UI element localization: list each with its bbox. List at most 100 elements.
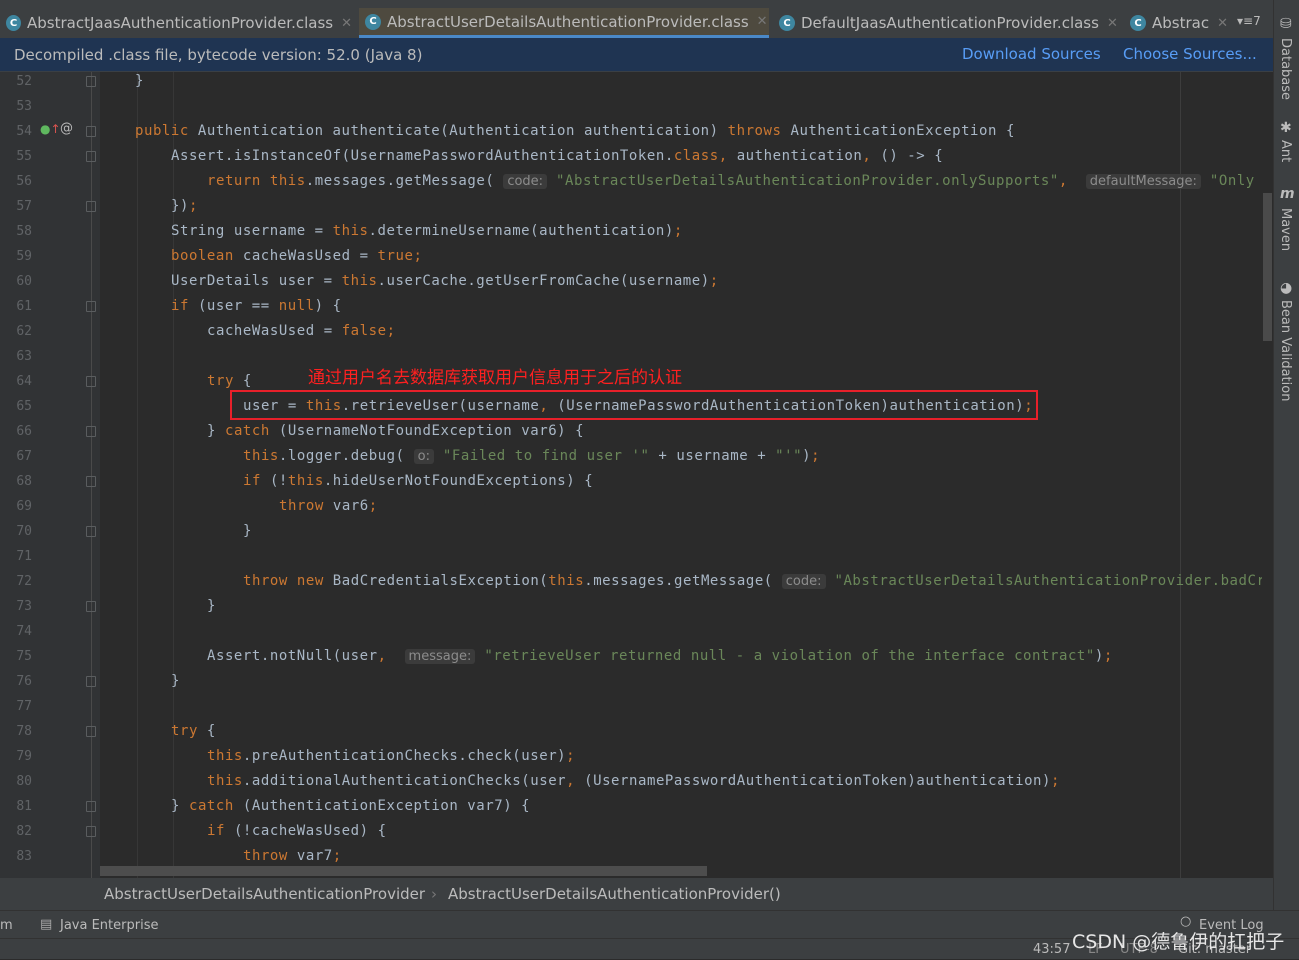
code-token: ,	[1058, 173, 1086, 189]
tab-overflow-button[interactable]: ▾≡7	[1237, 14, 1261, 28]
line-number: 56	[16, 174, 32, 189]
maven-tool[interactable]: Maven	[1278, 208, 1293, 251]
code-editor[interactable]: 52} 53 54 public Authentication authenticat…	[0, 72, 1262, 878]
fold-marker-icon[interactable]	[86, 676, 96, 687]
code-text: public Authentication authenticate(Authe…	[135, 119, 1015, 144]
line-number: 82	[16, 824, 32, 839]
code-token: ;	[332, 848, 342, 864]
code-line[interactable]: 67 this.logger.debug( o: "Failed to find …	[0, 444, 1262, 469]
fold-marker-icon[interactable]	[86, 426, 96, 437]
code-token: "retrieveUser returned null - a violatio…	[475, 648, 1095, 664]
code-line[interactable]: 53	[0, 94, 1262, 119]
fold-marker-icon[interactable]	[86, 151, 96, 162]
fold-marker-icon[interactable]	[86, 76, 96, 87]
close-icon[interactable]: ✕	[1217, 16, 1228, 31]
code-line[interactable]: 81} catch (AuthenticationException var7)…	[0, 794, 1262, 819]
fold-marker-icon[interactable]	[86, 601, 96, 612]
code-line[interactable]: 72 throw new BadCredentialsException(this…	[0, 569, 1262, 594]
fold-marker-icon[interactable]	[86, 201, 96, 212]
code-line[interactable]: 69 throw var6;	[0, 494, 1262, 519]
breadcrumb-class[interactable]: AbstractUserDetailsAuthenticationProvide…	[104, 885, 425, 903]
code-line[interactable]: 76}	[0, 669, 1262, 694]
code-line[interactable]: 75 Assert.notNull(user, message: "retriev…	[0, 644, 1262, 669]
code-token: authentication	[736, 148, 863, 164]
code-line[interactable]: 54 public Authentication authenticate(Aut…	[0, 119, 1262, 144]
tab-abstract-user-details[interactable]: C AbstractUserDetailsAuthenticationProvid…	[359, 8, 769, 38]
code-token: class	[673, 148, 719, 164]
code-text: UserDetails user = this.userCache.getUse…	[171, 269, 719, 294]
code-token: BadCredentialsException(	[332, 573, 549, 589]
code-token: "AbstractUserDetailsAuthenticationProvid…	[825, 573, 1262, 589]
code-token: this	[332, 223, 369, 239]
code-token: "'"	[775, 448, 803, 464]
code-line[interactable]: 58 String username = this.determineUserna…	[0, 219, 1262, 244]
code-line[interactable]: 68 if (!this.hideUserNotFoundExceptions) …	[0, 469, 1262, 494]
breadcrumb: AbstractUserDetailsAuthenticationProvide…	[0, 878, 1273, 910]
code-line[interactable]: 74	[0, 619, 1262, 644]
code-token: this	[341, 273, 378, 289]
fold-marker-icon[interactable]	[86, 726, 96, 737]
code-line[interactable]: 66} catch (UsernameNotFoundException var…	[0, 419, 1262, 444]
tab-abstract-jaas[interactable]: C AbstractJaasAuthenticationProvider.clas…	[0, 8, 352, 38]
tab-default-jaas[interactable]: C DefaultJaasAuthenticationProvider.class…	[773, 8, 1121, 38]
implements-icon[interactable]: ●↑	[40, 122, 61, 136]
choose-sources-link[interactable]: Choose Sources...	[1123, 45, 1257, 63]
code-line[interactable]: 77	[0, 694, 1262, 719]
code-line[interactable]: 80 this.additionalAuthenticationChecks(us…	[0, 769, 1262, 794]
vertical-scroll-thumb[interactable]	[1263, 193, 1272, 341]
close-icon[interactable]: ✕	[341, 16, 352, 31]
code-line[interactable]: 82 if (!cacheWasUsed) {	[0, 819, 1262, 844]
code-token: return this	[207, 173, 306, 189]
code-line[interactable]: 61 if (user == null) {	[0, 294, 1262, 319]
close-icon[interactable]: ✕	[1107, 16, 1118, 31]
database-tool[interactable]: Database	[1278, 38, 1293, 100]
ant-icon: ✱	[1280, 120, 1292, 136]
fold-marker-icon[interactable]	[86, 526, 96, 537]
code-text: try {	[171, 719, 216, 744]
code-token: throw new	[243, 573, 333, 589]
code-token: try	[171, 723, 207, 739]
code-line[interactable]: 62 cacheWasUsed = false;	[0, 319, 1262, 344]
line-number: 68	[16, 474, 32, 489]
code-line[interactable]: 52}	[0, 72, 1262, 94]
code-token: throw	[243, 848, 297, 864]
horizontal-scroll-thumb[interactable]	[100, 866, 707, 876]
code-token: (!cacheWasUsed) {	[233, 823, 387, 839]
highlight-box	[230, 390, 1038, 420]
download-sources-link[interactable]: Download Sources	[962, 45, 1101, 63]
code-line[interactable]: 57});	[0, 194, 1262, 219]
fold-marker-icon[interactable]	[86, 376, 96, 387]
breadcrumb-method[interactable]: AbstractUserDetailsAuthenticationProvide…	[448, 885, 781, 903]
bean-validation-tool[interactable]: Bean Validation	[1278, 300, 1293, 401]
annotation-icon[interactable]: @	[60, 121, 73, 136]
fold-marker-icon[interactable]	[86, 801, 96, 812]
line-number: 81	[16, 799, 32, 814]
fold-marker-icon[interactable]	[86, 476, 96, 487]
caret-position[interactable]: 43:57	[1033, 942, 1070, 957]
code-text: String username = this.determineUsername…	[171, 219, 683, 244]
line-number: 78	[16, 724, 32, 739]
tab-label: Abstrac	[1152, 14, 1210, 32]
code-line[interactable]: 79 this.preAuthenticationChecks.check(use…	[0, 744, 1262, 769]
java-enterprise-button[interactable]: Java Enterprise	[60, 918, 158, 933]
fold-marker-icon[interactable]	[86, 826, 96, 837]
line-number: 76	[16, 674, 32, 689]
code-line[interactable]: 56 return this.messages.getMessage( code:…	[0, 169, 1262, 194]
tab-abstrac[interactable]: C Abstrac ✕	[1124, 8, 1232, 38]
code-token: + username +	[649, 448, 776, 464]
code-line[interactable]: 71	[0, 544, 1262, 569]
code-line[interactable]: 60 UserDetails user = this.userCache.getU…	[0, 269, 1262, 294]
ant-tool[interactable]: Ant	[1278, 140, 1293, 162]
code-line[interactable]: 59 boolean cacheWasUsed = true;	[0, 244, 1262, 269]
code-line[interactable]: 55 Assert.isInstanceOf(UsernamePasswordAu…	[0, 144, 1262, 169]
code-token: ;	[368, 498, 378, 514]
code-line[interactable]: 73}	[0, 594, 1262, 619]
fold-marker-icon[interactable]	[86, 126, 96, 137]
line-number: 72	[16, 574, 32, 589]
close-icon[interactable]: ✕	[757, 14, 768, 29]
code-token: ;	[1051, 773, 1061, 789]
tool-window-cut[interactable]: m	[0, 918, 13, 933]
code-line[interactable]: 78 try {	[0, 719, 1262, 744]
code-line[interactable]: 70}	[0, 519, 1262, 544]
fold-marker-icon[interactable]	[86, 301, 96, 312]
